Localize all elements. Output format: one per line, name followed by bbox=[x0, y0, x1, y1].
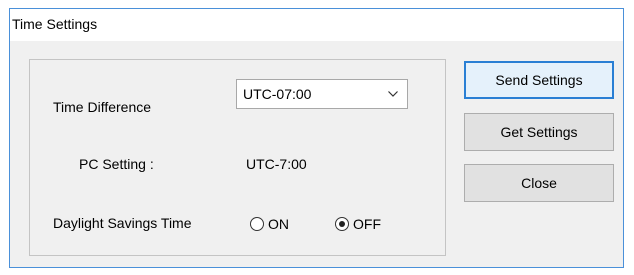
send-settings-button[interactable]: Send Settings bbox=[464, 61, 614, 99]
radio-checked-icon bbox=[335, 217, 349, 231]
title-bar: Time Settings bbox=[10, 9, 623, 41]
dst-label: Daylight Savings Time bbox=[53, 215, 192, 231]
dst-on-label: ON bbox=[268, 216, 289, 232]
close-button[interactable]: Close bbox=[464, 164, 614, 202]
settings-group: Time Difference UTC-07:00 PC Setting : U… bbox=[29, 59, 446, 256]
dst-off-label: OFF bbox=[353, 216, 381, 232]
chevron-down-icon bbox=[388, 91, 398, 97]
radio-circle-icon bbox=[250, 217, 264, 231]
get-settings-button[interactable]: Get Settings bbox=[464, 113, 614, 151]
time-difference-dropdown[interactable]: UTC-07:00 bbox=[236, 79, 408, 109]
time-difference-value: UTC-07:00 bbox=[243, 86, 312, 102]
time-difference-label: Time Difference bbox=[53, 99, 152, 115]
pc-setting-label: PC Setting : bbox=[79, 156, 154, 172]
time-settings-window: Time Settings Time Difference UTC-07:00 … bbox=[9, 8, 624, 268]
window-title: Time Settings bbox=[12, 16, 98, 32]
pc-setting-value: UTC-7:00 bbox=[246, 156, 307, 172]
radio-dot-icon bbox=[339, 221, 345, 227]
